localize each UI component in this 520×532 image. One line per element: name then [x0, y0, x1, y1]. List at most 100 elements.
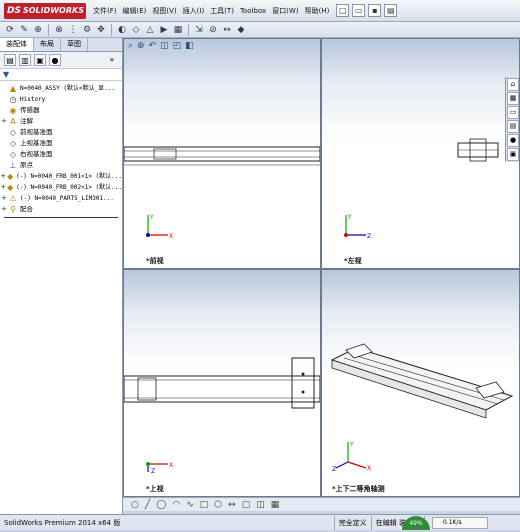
menu-tools[interactable]: 工具(T)	[207, 0, 237, 22]
tree-item[interactable]: ⊥ 原点	[0, 160, 122, 171]
display-style-icon[interactable]: ◧	[185, 41, 194, 51]
instant3d-icon[interactable]: ◆	[235, 24, 247, 36]
triad-axes: Y Z	[344, 214, 371, 240]
open-folder-icon[interactable]: ▭	[352, 4, 366, 17]
tree-item[interactable]: ◉ 传感器	[0, 105, 122, 116]
viewport-top[interactable]: X Z *上视	[123, 269, 321, 497]
viewport-left[interactable]: Y Z *左视 ⌂ ▦ ▭ ▤ ● ▣	[321, 38, 520, 269]
plane-icon: ◇	[9, 150, 17, 159]
section-view-icon[interactable]: ◫	[160, 41, 169, 51]
rectangle-icon[interactable]: □	[200, 500, 209, 510]
tab-sketch[interactable]: 草图	[61, 38, 88, 51]
filter-icon[interactable]: ▼	[0, 69, 122, 81]
tree-item[interactable]: ◷ History	[0, 94, 122, 105]
menu-window[interactable]: 窗口(W)	[269, 0, 301, 22]
top-view-model	[124, 357, 320, 409]
custom-properties-icon[interactable]: ▣	[507, 148, 519, 161]
feature-manager-icon[interactable]: ▤	[4, 54, 16, 66]
subassembly-warning-icon: ⚠	[9, 194, 17, 203]
tree-item[interactable]: + ◆ (-) N=0040_FRB_002<1> (默认...	[0, 182, 122, 193]
command-toolbar: ⟳ ✎ ⊕ ⊗ ⋮ ⚙ ✥ ◐ ◇ △ ▶ ▦ ⇲ ⊘ ↔ ◆	[0, 22, 520, 38]
dimension-icon[interactable]: ↔	[228, 500, 236, 510]
move-component-icon[interactable]: ✥	[95, 24, 107, 36]
tree-item[interactable]: ◇ 右视基准面	[0, 149, 122, 160]
previous-view-icon[interactable]: ↶	[149, 41, 157, 51]
menu-insert[interactable]: 插入(I)	[180, 0, 208, 22]
tree-item[interactable]: ◇ 前视基准面	[0, 127, 122, 138]
expand-toggle-icon[interactable]: +	[0, 116, 8, 127]
new-motion-study-icon[interactable]: ▶	[158, 24, 170, 36]
tab-assembly[interactable]: 装配体	[0, 38, 34, 51]
toolbar-separator	[188, 23, 189, 36]
menu-help[interactable]: 帮助(H)	[302, 0, 333, 22]
insert-component-icon[interactable]: ⊕	[32, 24, 44, 36]
appearances-scenes-icon[interactable]: ●	[507, 134, 519, 147]
menu-edit[interactable]: 编辑(E)	[120, 0, 150, 22]
exploded-view-icon[interactable]: ⇲	[193, 24, 205, 36]
tree-item[interactable]: + A 注解	[0, 116, 122, 127]
single-view-icon[interactable]: ▢	[242, 500, 251, 510]
clearance-icon[interactable]: ↔	[221, 24, 233, 36]
zoom-to-fit-icon[interactable]: ⌕	[128, 41, 133, 51]
view-palette-icon[interactable]: ▤	[507, 120, 519, 133]
plane-icon: ◇	[9, 139, 17, 148]
expand-panel-icon[interactable]: »	[106, 54, 118, 66]
zoom-area-icon[interactable]: ⊕	[137, 41, 145, 51]
four-view-icon[interactable]: ▦	[271, 500, 280, 510]
bill-of-materials-icon[interactable]: ▦	[172, 24, 184, 36]
tree-item[interactable]: ◇ 上视基准面	[0, 138, 122, 149]
view-orientation-icon[interactable]: ◰	[173, 41, 182, 51]
smart-fasteners-icon[interactable]: ⚙	[81, 24, 93, 36]
tree-item[interactable]: + ◆ (-) N=0040_FRB_001<1> (默认...	[0, 171, 122, 182]
two-view-icon[interactable]: ◫	[256, 500, 265, 510]
mate-icon[interactable]: ⊗	[53, 24, 65, 36]
menu-toolbox[interactable]: Toolbox	[237, 0, 269, 22]
file-explorer-icon[interactable]: ▭	[507, 106, 519, 119]
tree-rollback-bar[interactable]	[4, 217, 118, 218]
rebuild-icon[interactable]: ⟳	[4, 24, 16, 36]
solidworks-resources-icon[interactable]: ⌂	[507, 78, 519, 91]
svg-text:Y: Y	[349, 441, 354, 448]
show-hidden-icon[interactable]: ◐	[116, 24, 128, 36]
tree-item-label: 右视基准面	[20, 150, 53, 158]
tab-layout[interactable]: 布局	[34, 38, 61, 51]
svg-text:Z: Z	[332, 466, 336, 472]
tree-item-label: (-) N=0040_FRB_001<1> (默认...	[16, 173, 122, 180]
toolbar-separator	[48, 23, 49, 36]
viewport-front[interactable]: ⌕ ⊕ ↶ ◫ ◰ ◧ Y X *前视	[123, 38, 321, 269]
assembly-features-icon[interactable]: ◇	[130, 24, 142, 36]
polygon-icon[interactable]: ⬡	[214, 500, 222, 510]
line-icon[interactable]: ╱	[145, 500, 150, 510]
tree-item-label: 前视基准面	[20, 128, 53, 136]
left-view-model	[457, 138, 499, 162]
tree-item[interactable]: + ⚠ (-) N=0040_PARTS_LIM301...	[0, 193, 122, 204]
edit-component-icon[interactable]: ✎	[18, 24, 30, 36]
sketch-icon[interactable]: ○	[131, 500, 139, 510]
design-library-icon[interactable]: ▦	[507, 92, 519, 105]
linear-pattern-icon[interactable]: ⋮	[67, 24, 79, 36]
menu-view[interactable]: 视图(V)	[149, 0, 179, 22]
assembly-icon: ▲	[9, 84, 17, 93]
circle-icon[interactable]: ◯	[156, 500, 166, 510]
spline-icon[interactable]: ∿	[186, 500, 194, 510]
triad-axes: Y X Z	[332, 441, 371, 472]
expand-toggle-icon[interactable]: +	[0, 193, 8, 204]
arc-icon[interactable]: ◠	[172, 500, 180, 510]
tree-item-label: N=0040_ASSY (默认<默认_显...	[20, 85, 116, 92]
reference-geometry-icon[interactable]: △	[144, 24, 156, 36]
tree-item[interactable]: + ⚲ 配合	[0, 204, 122, 215]
interference-detection-icon[interactable]: ⊘	[207, 24, 219, 36]
mates-icon: ⚲	[10, 205, 16, 214]
expand-toggle-icon[interactable]: +	[0, 204, 8, 215]
print-icon[interactable]: ▤	[384, 4, 398, 17]
part-icon: ◆	[7, 183, 14, 192]
new-document-icon[interactable]: □	[336, 4, 350, 17]
configuration-manager-icon[interactable]: ▣	[34, 54, 46, 66]
save-icon[interactable]: ▪	[368, 4, 382, 17]
manager-icons: ▤ ▥ ▣ ● »	[0, 52, 122, 69]
appearance-icon[interactable]: ●	[49, 54, 61, 66]
property-manager-icon[interactable]: ▥	[19, 54, 31, 66]
viewport-isometric[interactable]: Y X Z *上下二等角轴测	[321, 269, 520, 497]
menu-file[interactable]: 文件(F)	[90, 0, 120, 22]
tree-item[interactable]: ▲ N=0040_ASSY (默认<默认_显...	[0, 83, 122, 94]
